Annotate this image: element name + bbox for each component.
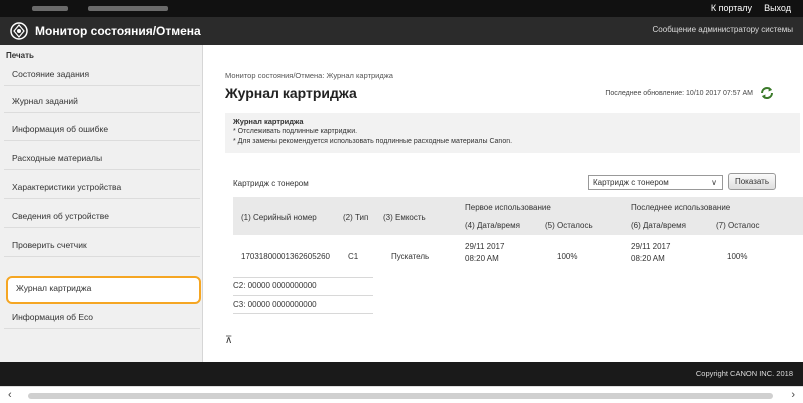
sidebar: Печать Состояние задания Журнал заданий … <box>0 45 203 362</box>
divider <box>233 313 373 314</box>
title-bar: Монитор состояния/Отмена Сообщение админ… <box>0 17 803 45</box>
first-time: 08:20 AM <box>465 254 499 263</box>
top-links: К порталу Выход <box>711 3 791 13</box>
capacity-value: Пускатель <box>391 252 430 261</box>
divider <box>233 295 373 296</box>
admin-message-link[interactable]: Сообщение администратору системы <box>653 25 793 34</box>
first-date: 29/11 2017 <box>465 242 505 251</box>
scroll-top-icon[interactable]: ⊼ <box>225 335 232 346</box>
footer: Copyright CANON INC. 2018 <box>0 362 803 386</box>
first-left: 100% <box>557 252 578 261</box>
app-title: Монитор состояния/Отмена <box>35 24 201 38</box>
scroll-left-icon[interactable]: ‹ <box>8 389 12 401</box>
column-header-first-left: (5) Осталось <box>545 221 593 230</box>
column-header-last-left: (7) Осталос <box>716 221 760 230</box>
sidebar-item-consumables[interactable]: Расходные материалы <box>4 146 200 170</box>
cartridge-label: Картридж с тонером <box>233 179 309 188</box>
cartridge-table: (1) Серийный номер (2) Тип (3) Емкость П… <box>233 197 803 307</box>
sidebar-item-error-info[interactable]: Информация об ошибке <box>4 117 200 141</box>
breadcrumb: Монитор состояния/Отмена: Журнал картрид… <box>225 71 393 80</box>
cartridge-type-select[interactable]: Картридж с тонером ∨ <box>588 175 723 190</box>
type-value: C1 <box>348 252 359 261</box>
top-bar: К порталу Выход <box>0 0 803 17</box>
chevron-down-icon: ∨ <box>711 178 717 187</box>
serial-number: 170318000013626 <box>241 252 308 261</box>
refresh-icon[interactable] <box>759 85 775 101</box>
column-header-first-date: (4) Дата/время <box>465 221 520 230</box>
info-line: * Для замены рекомендуется использовать … <box>233 138 513 145</box>
last-updated: Последнее обновление: 10/10 2017 07:57 A… <box>605 90 753 97</box>
copyright: Copyright CANON INC. 2018 <box>695 369 793 378</box>
cartridge-c2-line: C2: 00000 0000000000 <box>233 281 317 290</box>
group-header-first-use: Первое использование <box>465 203 551 212</box>
sidebar-item-cartridge-log[interactable]: Журнал картриджа <box>6 276 201 304</box>
sidebar-item-device-info[interactable]: Сведения об устройстве <box>4 204 200 228</box>
group-header-last-use: Последнее использование <box>631 203 731 212</box>
sidebar-section-title: Печать <box>6 51 34 60</box>
last-left: 100% <box>727 252 748 261</box>
horizontal-scrollbar[interactable]: ‹ › <box>0 386 803 403</box>
sidebar-item-job-status[interactable]: Состояние задания <box>4 62 200 86</box>
column-header-last-date: (6) Дата/время <box>631 221 686 230</box>
scroll-right-icon[interactable]: › <box>791 389 795 401</box>
select-value: Картридж с тонером <box>593 178 669 187</box>
info-line: * Отслеживать подлинные картриджи. <box>233 128 358 135</box>
last-date: 29/11 2017 <box>631 242 671 251</box>
portal-link[interactable]: К порталу <box>711 3 752 13</box>
main-content: Монитор состояния/Отмена: Журнал картрид… <box>203 45 803 362</box>
column-header-serial: (1) Серийный номер <box>241 213 317 222</box>
divider <box>233 277 373 278</box>
sidebar-item-device-features[interactable]: Характеристики устройства <box>4 175 200 199</box>
sidebar-item-eco-info[interactable]: Информация об Eco <box>4 305 200 329</box>
table-row: 17031800001362605260 <box>241 252 330 261</box>
info-box: Журнал картриджа * Отслеживать подлинные… <box>225 113 800 153</box>
last-time: 08:20 AM <box>631 254 665 263</box>
info-heading: Журнал картриджа <box>233 117 304 126</box>
blurred-text <box>32 6 68 11</box>
page-title: Журнал картриджа <box>225 85 357 101</box>
column-header-capacity: (3) Емкость <box>383 213 426 222</box>
canon-logo-icon <box>10 22 28 40</box>
scrollbar-thumb[interactable] <box>28 393 773 399</box>
sidebar-item-job-log[interactable]: Журнал заданий <box>4 89 200 113</box>
serial-number-tail: 05260 <box>307 252 330 261</box>
column-header-type: (2) Тип <box>343 213 369 222</box>
logout-link[interactable]: Выход <box>764 3 791 13</box>
sidebar-item-check-counter[interactable]: Проверить счетчик <box>4 233 200 257</box>
show-button[interactable]: Показать <box>728 173 776 190</box>
blurred-text <box>88 6 168 11</box>
cartridge-c3-line: C3: 00000 0000000000 <box>233 300 317 309</box>
